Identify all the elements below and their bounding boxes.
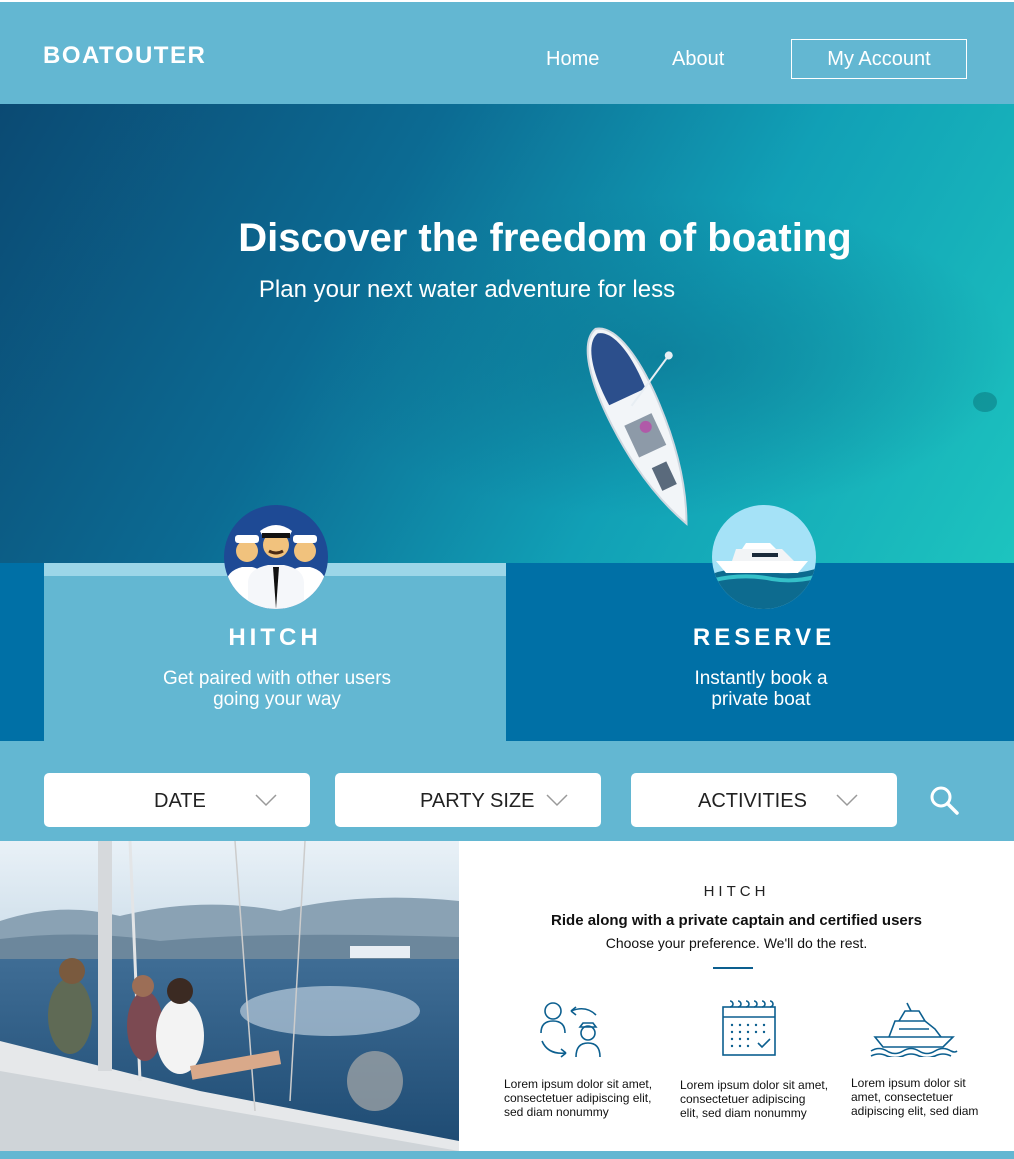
hero-subtitle: Plan your next water adventure for less (258, 276, 676, 303)
reserve-desc-line1: Instantly book a (694, 668, 828, 689)
chevron-down-icon (546, 794, 568, 807)
date-label: DATE (154, 790, 206, 812)
hero-banner: Discover the freedom of boating Plan you… (0, 104, 1014, 564)
swap-users-icon (540, 1002, 601, 1058)
reserve-description: Instantly book a private boat (506, 668, 1014, 710)
ocean-image (0, 104, 1014, 564)
info-subline: Choose your preference. We'll do the res… (605, 935, 868, 951)
sailing-photo (0, 841, 459, 1151)
info-headline: Ride along with a private captain and ce… (551, 912, 922, 929)
hitch-desc-line2: going your way (213, 689, 341, 710)
activities-label: ACTIVITIES (698, 790, 807, 812)
party-size-dropdown[interactable]: PARTY SIZE (335, 773, 601, 827)
activities-dropdown[interactable]: ACTIVITIES (631, 773, 897, 827)
calendar-icon (722, 1000, 776, 1056)
info-eyebrow: HITCH (703, 883, 770, 900)
captains-icon (224, 505, 328, 609)
feature-desc-2: Lorem ipsum dolor sit amet, consectetuer… (680, 1078, 829, 1120)
reserve-title: RESERVE (692, 624, 836, 651)
band-edge (0, 563, 44, 741)
party-size-label: PARTY SIZE (420, 790, 535, 812)
my-account-button[interactable]: My Account (791, 39, 967, 79)
boat-icon (870, 1002, 958, 1057)
footer-strip (0, 1151, 1014, 1159)
feature-desc-1: Lorem ipsum dolor sit amet, consectetuer… (504, 1077, 653, 1119)
hero-title: Discover the freedom of boating (238, 216, 852, 260)
chevron-down-icon (255, 794, 277, 807)
search-icon[interactable] (928, 784, 960, 816)
nav-home-link[interactable]: Home (546, 48, 599, 71)
hitch-title: HITCH (228, 624, 322, 651)
yacht-icon (712, 505, 816, 609)
reserve-desc-line2: private boat (711, 689, 811, 710)
divider (713, 967, 753, 969)
chevron-down-icon (836, 794, 858, 807)
nav-about-link[interactable]: About (672, 48, 724, 71)
hitch-description: Get paired with other users going your w… (44, 668, 510, 710)
feature-desc-3: Lorem ipsum dolor sit amet, consectetuer… (851, 1076, 979, 1118)
site-header: BOATOUTER Home About My Account (0, 0, 1014, 104)
my-account-label: My Account (827, 47, 931, 70)
hitch-info-panel: HITCH Ride along with a private captain … (459, 841, 1014, 1151)
brand-logo[interactable]: BOATOUTER (43, 42, 206, 70)
date-dropdown[interactable]: DATE (44, 773, 310, 827)
hitch-desc-line1: Get paired with other users (162, 668, 392, 689)
